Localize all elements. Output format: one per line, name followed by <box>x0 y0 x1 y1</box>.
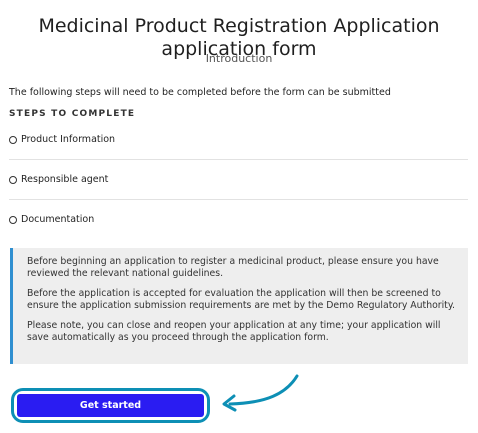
info-panel: Before beginning an application to regis… <box>10 248 468 364</box>
step-product-information: Product Information <box>9 120 468 160</box>
step-label: Product Information <box>21 133 116 145</box>
steps-heading: STEPS TO COMPLETE <box>9 109 136 119</box>
application-intro-page: Medicinal Product Registration Applicati… <box>0 0 478 433</box>
info-paragraph-autosave: Please note, you can close and reopen yo… <box>27 320 441 343</box>
incomplete-circle-icon <box>9 175 17 184</box>
info-paragraph-screening: Before the application is accepted for e… <box>27 288 455 311</box>
page-subtitle: Introduction <box>205 52 273 65</box>
info-paragraph-guidelines: Before beginning an application to regis… <box>27 256 439 279</box>
step-documentation: Documentation <box>9 200 468 239</box>
pointer-arrow-icon <box>222 374 299 412</box>
incomplete-circle-icon <box>9 135 17 144</box>
get-started-button[interactable]: Get started <box>17 394 204 417</box>
step-label: Documentation <box>21 213 95 225</box>
step-label: Responsible agent <box>21 173 109 185</box>
intro-text: The following steps will need to be comp… <box>9 87 391 98</box>
incomplete-circle-icon <box>9 215 17 224</box>
step-responsible-agent: Responsible agent <box>9 160 468 200</box>
